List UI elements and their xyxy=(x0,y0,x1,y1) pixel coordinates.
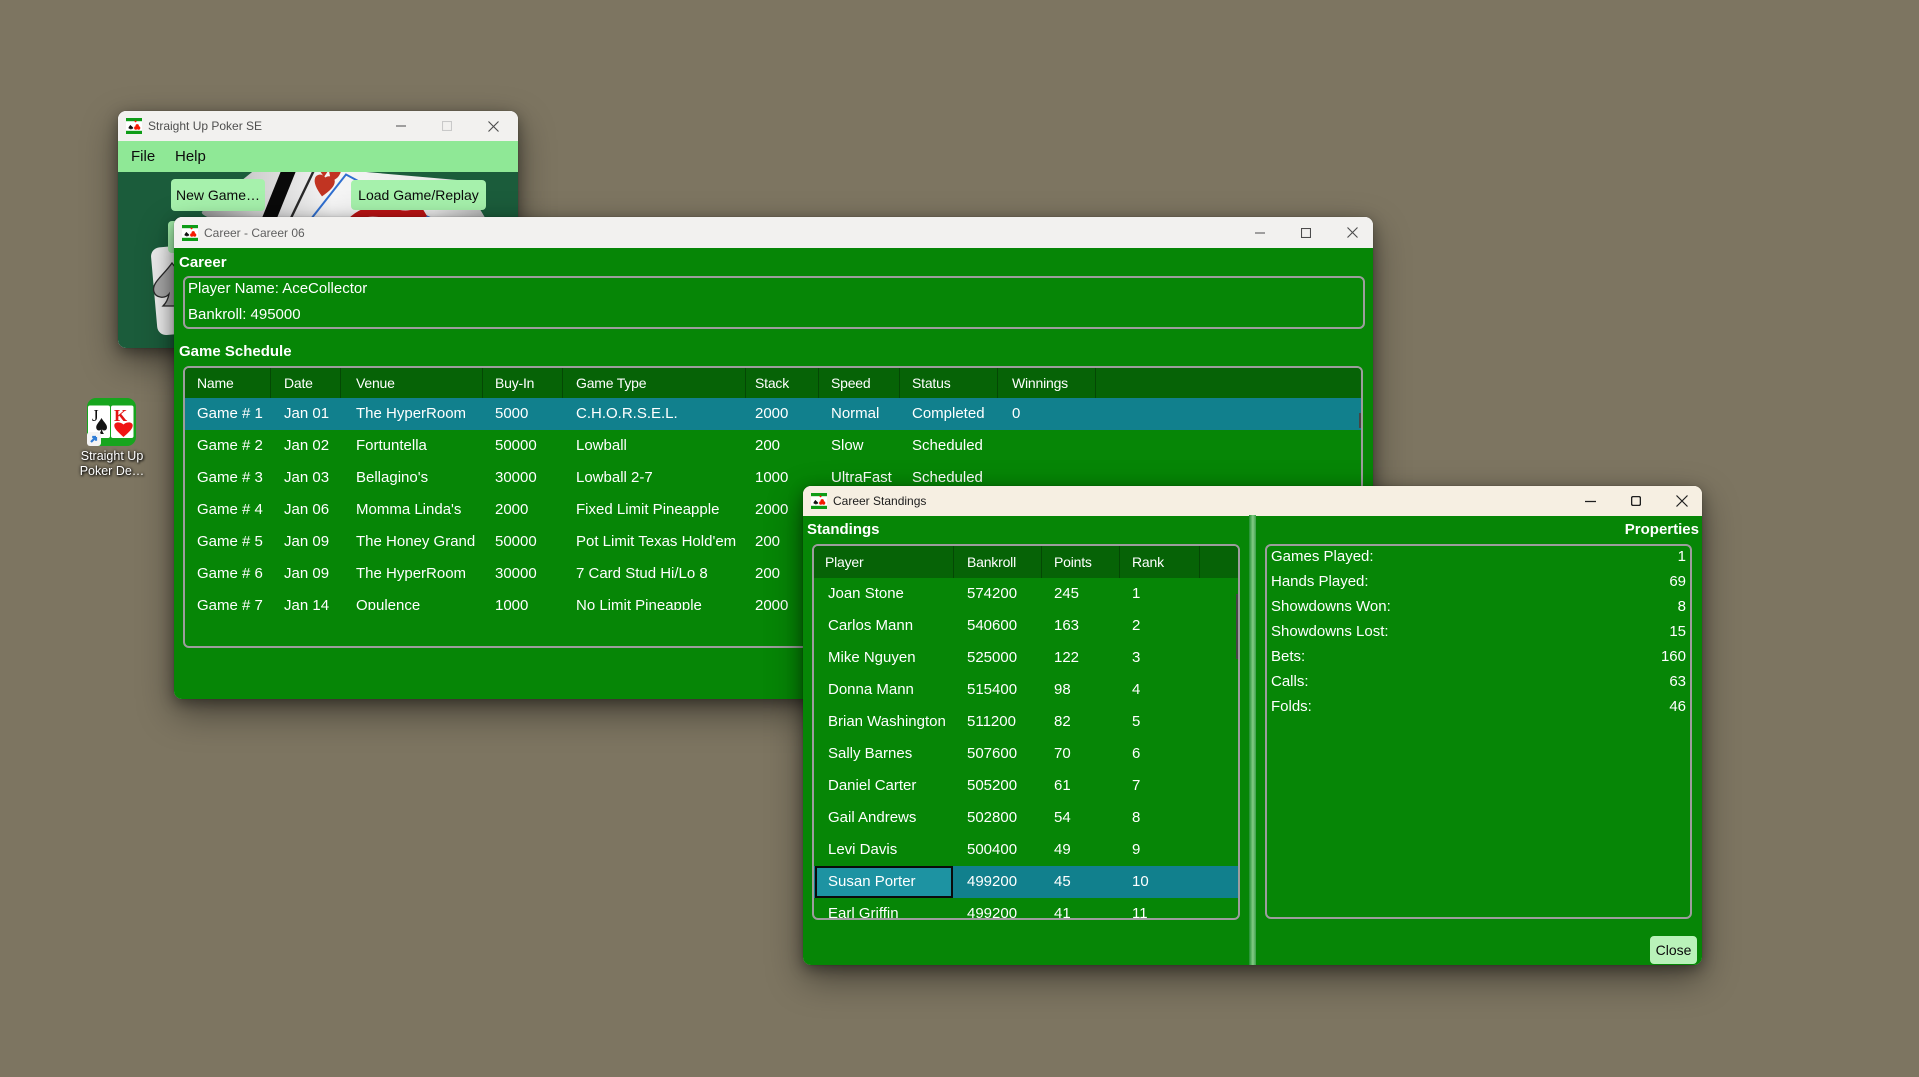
svg-text:K: K xyxy=(114,406,128,425)
svg-text:J: J xyxy=(92,406,99,425)
